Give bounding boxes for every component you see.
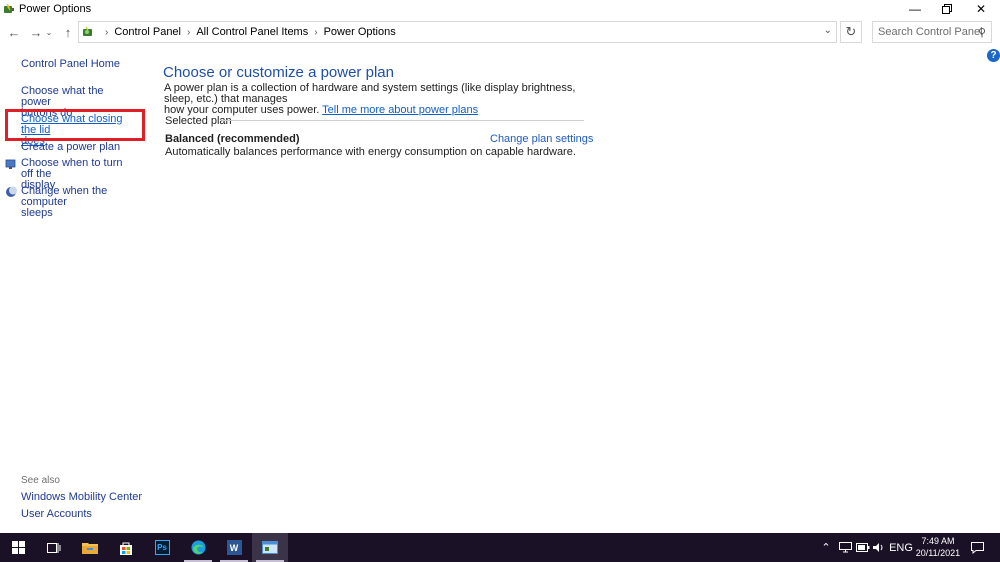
network-icon bbox=[838, 542, 852, 553]
store-button[interactable] bbox=[108, 533, 144, 562]
restore-icon bbox=[942, 3, 952, 14]
search-input[interactable]: Search Control Panel ⚲ bbox=[872, 21, 992, 43]
change-plan-settings-link[interactable]: Change plan settings bbox=[490, 133, 593, 145]
clock-time: 7:49 AM bbox=[921, 536, 955, 546]
plan-name: Balanced (recommended) bbox=[165, 133, 300, 145]
window-title: Power Options bbox=[19, 2, 92, 15]
notification-icon bbox=[970, 541, 984, 554]
taskbar: Ps W ⌃ ENG 7:49 AM 20/11/2021 bbox=[0, 533, 1000, 562]
breadcrumb-control-panel[interactable]: Control Panel bbox=[114, 26, 181, 38]
clock-date: 20/11/2021 bbox=[915, 548, 961, 558]
close-icon: ✕ bbox=[975, 1, 987, 16]
photoshop-button[interactable]: Ps bbox=[144, 533, 180, 562]
help-icon: ? bbox=[990, 50, 997, 61]
restore-button[interactable] bbox=[930, 0, 964, 17]
refresh-button[interactable]: ↻ bbox=[840, 21, 862, 43]
clock-button[interactable]: 7:49 AM 20/11/2021 bbox=[908, 535, 968, 559]
start-button[interactable] bbox=[0, 533, 36, 562]
recent-locations-button[interactable]: ⌄ bbox=[44, 22, 54, 42]
minimize-button[interactable]: — bbox=[898, 0, 932, 17]
address-dropdown-icon[interactable]: ⌄ bbox=[824, 25, 832, 36]
breadcrumb-separator[interactable]: › bbox=[314, 27, 317, 38]
forward-button[interactable]: → bbox=[27, 22, 45, 42]
chevron-down-icon: ⌄ bbox=[45, 27, 53, 37]
nav-create-power-plan[interactable]: Create a power plan bbox=[21, 142, 133, 153]
refresh-icon: ↻ bbox=[845, 24, 857, 39]
edge-browser-icon bbox=[191, 540, 205, 555]
network-button[interactable] bbox=[836, 533, 854, 562]
user-accounts-link[interactable]: User Accounts bbox=[21, 508, 92, 520]
folder-icon bbox=[82, 543, 98, 554]
word-button[interactable]: W bbox=[216, 533, 252, 562]
navigation-bar: ← → ⌄ ↑ › Control Panel › All Control Pa… bbox=[0, 20, 1000, 44]
learn-more-link[interactable]: Tell me more about power plans bbox=[322, 104, 478, 116]
up-arrow-icon: ↑ bbox=[64, 24, 72, 40]
nav-control-panel-home[interactable]: Control Panel Home bbox=[21, 59, 133, 70]
page-description: A power plan is a collection of hardware… bbox=[164, 83, 594, 116]
sleep-moon-icon bbox=[6, 186, 17, 197]
close-button[interactable]: ✕ bbox=[964, 0, 998, 17]
photoshop-icon: Ps bbox=[154, 540, 170, 555]
battery-icon bbox=[856, 543, 870, 552]
windows-logo-icon bbox=[11, 541, 25, 554]
page-title: Choose or customize a power plan bbox=[163, 64, 394, 81]
up-button[interactable]: ↑ bbox=[59, 22, 77, 42]
display-icon bbox=[5, 159, 16, 169]
see-also-heading: See also bbox=[21, 475, 60, 486]
forward-arrow-icon: → bbox=[29, 24, 43, 40]
breadcrumb-separator: › bbox=[105, 26, 109, 38]
word-icon: W bbox=[226, 540, 242, 555]
breadcrumb-all-items[interactable]: All Control Panel Items bbox=[196, 26, 308, 38]
address-bar[interactable]: › Control Panel › All Control Panel Item… bbox=[78, 21, 837, 43]
control-panel-window-icon bbox=[262, 541, 278, 554]
divider bbox=[222, 120, 584, 121]
control-panel-icon bbox=[83, 26, 92, 36]
task-view-button[interactable] bbox=[36, 533, 72, 562]
help-button[interactable]: ? bbox=[987, 49, 1000, 62]
back-arrow-icon: ← bbox=[7, 24, 21, 40]
description-line-1: A power plan is a collection of hardware… bbox=[164, 82, 576, 105]
show-hidden-icons-button[interactable]: ⌃ bbox=[818, 533, 834, 562]
search-placeholder: Search Control Panel bbox=[878, 26, 983, 38]
task-view-icon bbox=[47, 542, 61, 553]
chevron-up-icon: ⌃ bbox=[821, 542, 831, 554]
edge-button[interactable] bbox=[180, 533, 216, 562]
search-icon: ⚲ bbox=[977, 27, 986, 39]
action-center-button[interactable] bbox=[967, 533, 987, 562]
speaker-icon bbox=[873, 543, 883, 552]
selected-plan-label: Selected plan bbox=[165, 115, 232, 127]
back-button[interactable]: ← bbox=[5, 22, 23, 42]
file-explorer-button[interactable] bbox=[72, 533, 108, 562]
minimize-icon: — bbox=[909, 1, 921, 16]
breadcrumb-power-options[interactable]: Power Options bbox=[324, 26, 396, 38]
nav-computer-sleeps[interactable]: Change when the computer sleeps bbox=[21, 186, 133, 219]
battery-button[interactable] bbox=[854, 533, 872, 562]
windows-mobility-center-link[interactable]: Windows Mobility Center bbox=[21, 491, 142, 503]
breadcrumb-separator[interactable]: › bbox=[187, 27, 190, 38]
title-bar: Power Options bbox=[0, 0, 1000, 17]
volume-button[interactable] bbox=[871, 533, 887, 562]
control-panel-taskbar-button[interactable] bbox=[252, 533, 288, 562]
power-options-icon bbox=[4, 3, 14, 13]
plan-description: Automatically balances performance with … bbox=[165, 146, 576, 158]
highlight-annotation-box bbox=[5, 109, 145, 141]
store-bag-icon bbox=[120, 542, 132, 555]
